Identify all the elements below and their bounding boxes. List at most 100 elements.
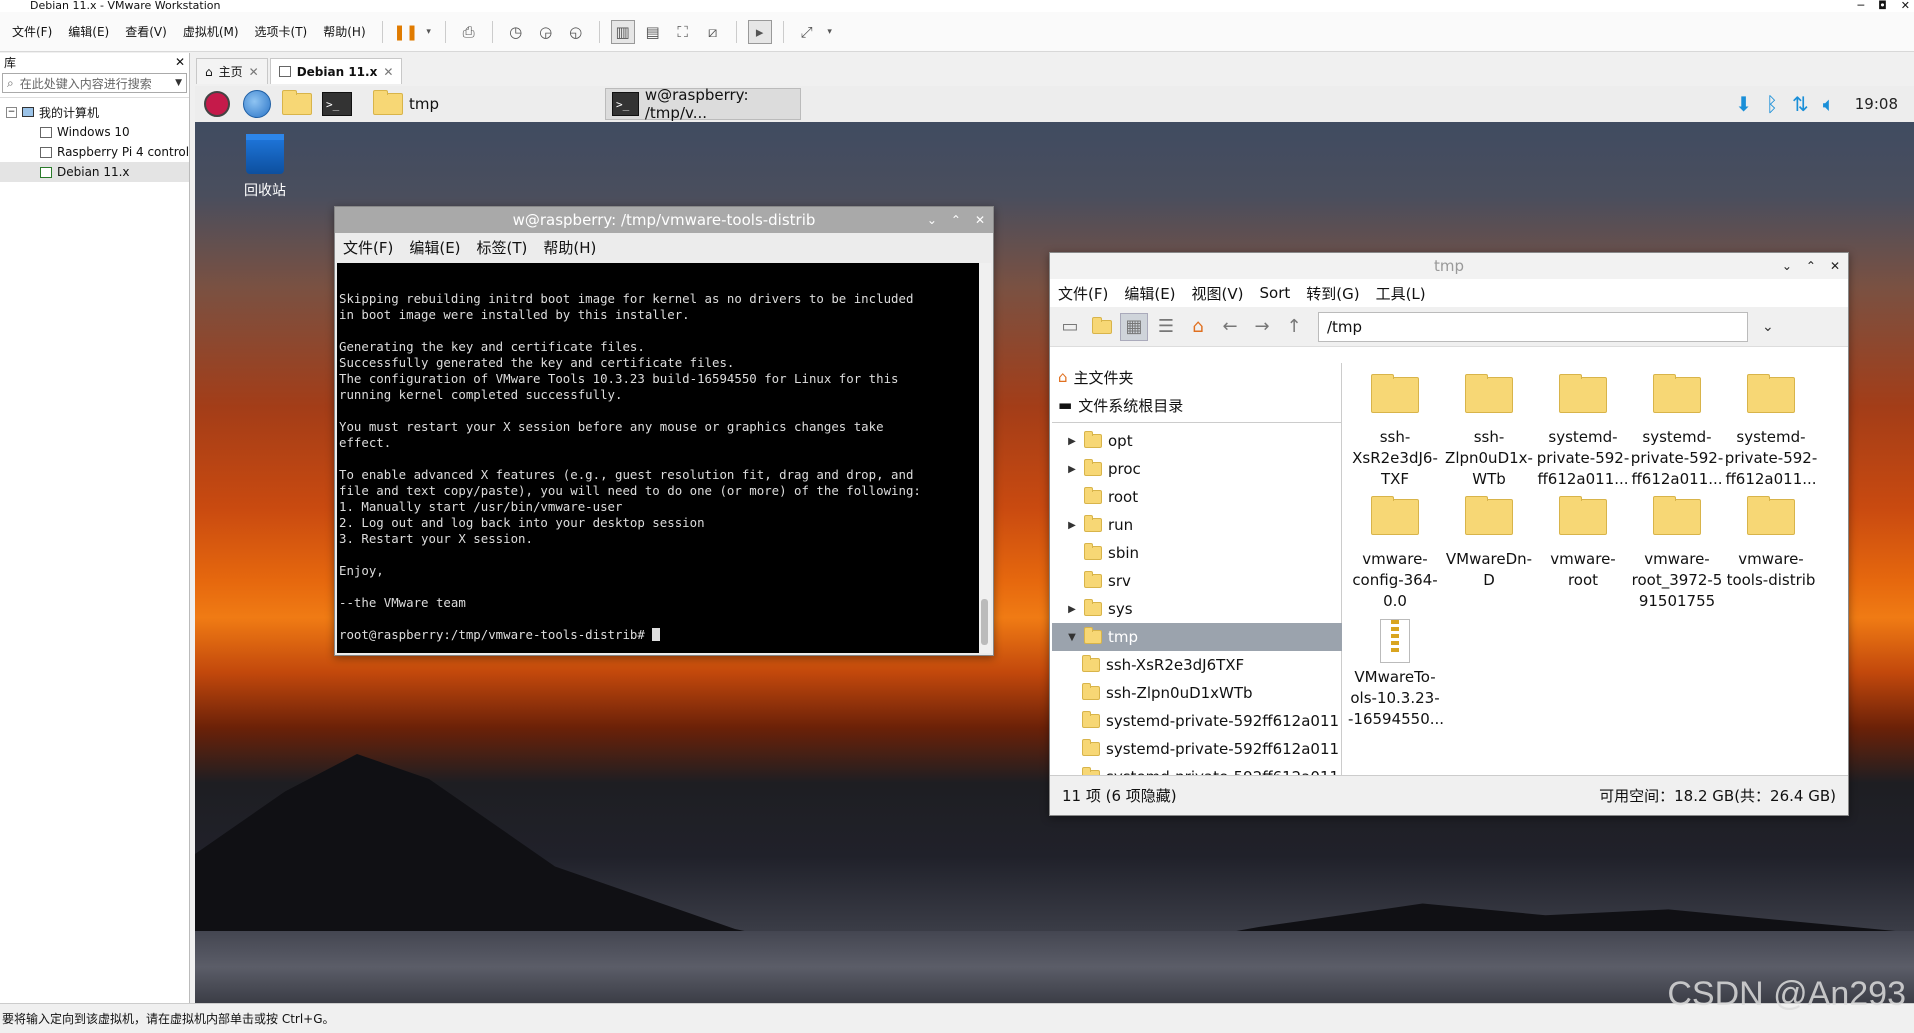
file-manager-window[interactable]: tmp ⌄ ⌃ ✕ 文件(F) 编辑(E) 视图(V) Sort 转到(G) 工… bbox=[1049, 252, 1849, 816]
menu-vm[interactable]: 虚拟机(M) bbox=[175, 23, 247, 40]
home-icon[interactable]: ⌂ bbox=[1184, 313, 1212, 341]
maximize-icon[interactable]: ⌃ bbox=[951, 213, 961, 227]
new-folder-icon[interactable] bbox=[1088, 313, 1116, 341]
tree-item-my-computer[interactable]: − 我的计算机 bbox=[0, 102, 189, 122]
icon-view-icon[interactable]: ▦ bbox=[1120, 312, 1148, 341]
full-screen-icon[interactable]: ⛶ bbox=[671, 20, 695, 44]
menu-go[interactable]: 转到(G) bbox=[1306, 283, 1359, 304]
snapshot-icon[interactable]: ◷ bbox=[504, 20, 528, 44]
console-view-icon[interactable]: ▸ bbox=[747, 19, 772, 44]
expand-arrow-icon[interactable]: ▶ bbox=[1066, 436, 1078, 447]
download-icon[interactable]: ⬇ bbox=[1735, 92, 1752, 116]
dropdown-arrow-icon[interactable]: ▾ bbox=[424, 20, 434, 44]
menu-file[interactable]: 文件(F) bbox=[343, 237, 393, 258]
list-view-icon[interactable]: ☰ bbox=[1152, 313, 1180, 341]
expand-arrow-icon[interactable]: ▶ bbox=[1066, 520, 1078, 531]
tree-item[interactable]: ssh-XsR2e3dJ6TXF bbox=[1052, 651, 1342, 679]
tab-home[interactable]: ⌂ 主页 ✕ bbox=[196, 58, 268, 84]
expand-arrow-icon[interactable]: ▶ bbox=[1066, 604, 1078, 615]
menu-help[interactable]: 帮助(H) bbox=[315, 23, 373, 40]
dropdown-arrow-icon[interactable]: ▾ bbox=[825, 20, 835, 44]
place-home[interactable]: ⌂ 主文件夹 bbox=[1052, 363, 1341, 391]
tree-item[interactable]: ▶ proc bbox=[1052, 455, 1342, 483]
chevron-down-icon[interactable]: ⌄ bbox=[1762, 319, 1774, 335]
tree-item-vm[interactable]: Debian 11.x bbox=[0, 162, 189, 182]
guest-screen[interactable]: >_ tmp >_ w@raspberry: /tmp/v... ⬇ ᛒ ⇅ 🔈… bbox=[195, 86, 1914, 1003]
thumbnail-bar-icon[interactable]: ▤ bbox=[641, 20, 665, 44]
show-library-icon[interactable]: ▥ bbox=[610, 19, 635, 44]
volume-icon[interactable]: 🔈︎ bbox=[1823, 92, 1835, 116]
stretch-guest-icon[interactable]: ⤢ bbox=[795, 20, 819, 44]
menu-tabs[interactable]: 标签(T) bbox=[477, 237, 528, 258]
path-input[interactable]: /tmp bbox=[1318, 311, 1748, 342]
close-icon[interactable]: ✕ bbox=[975, 213, 985, 227]
folder-item[interactable]: vmware- config-364- 0.0 bbox=[1348, 491, 1442, 613]
folder-item[interactable]: vmware- root_3972-5 91501755 bbox=[1630, 491, 1724, 613]
tab-close-icon[interactable]: ✕ bbox=[383, 65, 393, 79]
expand-arrow-icon[interactable]: ▼ bbox=[1066, 632, 1078, 643]
minimize-button[interactable]: ─ bbox=[1857, 0, 1864, 12]
tree-item[interactable]: ssh-Zlpn0uD1xWTb bbox=[1052, 679, 1342, 707]
archive-item[interactable]: VMwareTo- ols-10.3.23- -16594550... bbox=[1348, 613, 1444, 735]
tree-item-vm[interactable]: Windows 10 bbox=[0, 122, 189, 142]
minimize-icon[interactable]: ⌄ bbox=[1782, 259, 1792, 273]
tree-item[interactable]: root bbox=[1052, 483, 1342, 511]
scrollbar-thumb[interactable] bbox=[981, 599, 988, 645]
file-manager-titlebar[interactable]: tmp ⌄ ⌃ ✕ bbox=[1050, 253, 1848, 279]
folder-item[interactable]: VMwareDn- D bbox=[1442, 491, 1536, 613]
forward-arrow-icon[interactable]: → bbox=[1248, 313, 1276, 341]
minimize-icon[interactable]: ⌄ bbox=[927, 213, 937, 227]
close-button[interactable]: ✕ bbox=[1901, 0, 1910, 12]
terminal-scrollbar[interactable] bbox=[979, 263, 991, 653]
expand-arrow-icon[interactable]: ▶ bbox=[1066, 464, 1078, 475]
close-icon[interactable]: ✕ bbox=[1830, 259, 1840, 273]
browser-launcher[interactable] bbox=[239, 88, 275, 120]
terminal-titlebar[interactable]: w@raspberry: /tmp/vmware-tools-distrib ⌄… bbox=[335, 207, 993, 233]
tree-item[interactable]: ▶ sys bbox=[1052, 595, 1342, 623]
folder-item[interactable]: vmware- tools-distrib bbox=[1724, 491, 1818, 613]
place-root[interactable]: ▬ 文件系统根目录 bbox=[1052, 391, 1341, 419]
folder-item[interactable]: systemd- private-592- ff612a011... bbox=[1724, 369, 1818, 491]
raspberry-menu-button[interactable] bbox=[199, 88, 235, 120]
dropdown-arrow-icon[interactable]: ▼ bbox=[175, 78, 182, 88]
restore-button[interactable]: ◘ bbox=[1878, 0, 1887, 12]
menu-file[interactable]: 文件(F) bbox=[4, 23, 60, 40]
menu-help[interactable]: 帮助(H) bbox=[543, 237, 596, 258]
terminal-output[interactable]: Skipping rebuilding initrd boot image fo… bbox=[337, 263, 979, 653]
network-icon[interactable]: ⇅ bbox=[1792, 92, 1809, 116]
library-search[interactable]: ⌕ 在此处键入内容进行搜索 ▼ bbox=[2, 73, 187, 93]
task-terminal[interactable]: >_ w@raspberry: /tmp/v... bbox=[605, 86, 802, 122]
collapse-icon[interactable]: − bbox=[6, 106, 17, 118]
unity-icon[interactable]: ⧄ bbox=[701, 20, 725, 44]
tree-item[interactable]: ▶ opt bbox=[1052, 427, 1342, 455]
menu-view[interactable]: 查看(V) bbox=[117, 23, 175, 40]
revert-snapshot-icon[interactable]: ◶ bbox=[534, 20, 558, 44]
menu-edit[interactable]: 编辑(E) bbox=[409, 237, 460, 258]
library-close-icon[interactable]: ✕ bbox=[175, 55, 185, 69]
pause-icon[interactable]: ❚❚ bbox=[393, 20, 418, 44]
tree-item[interactable]: ▶ run bbox=[1052, 511, 1342, 539]
up-arrow-icon[interactable]: ↑ bbox=[1280, 313, 1308, 341]
menu-edit[interactable]: 编辑(E) bbox=[60, 23, 117, 40]
tree-item[interactable]: srv bbox=[1052, 567, 1342, 595]
side-pane-icon[interactable]: ▭ bbox=[1056, 313, 1084, 341]
terminal-window[interactable]: w@raspberry: /tmp/vmware-tools-distrib ⌄… bbox=[334, 206, 994, 656]
tree-item[interactable]: ▼ tmp bbox=[1052, 623, 1342, 651]
clock[interactable]: 19:08 bbox=[1855, 95, 1898, 113]
menu-view[interactable]: 视图(V) bbox=[1192, 283, 1244, 304]
back-arrow-icon[interactable]: ← bbox=[1216, 313, 1244, 341]
tab-debian[interactable]: Debian 11.x ✕ bbox=[269, 58, 403, 84]
maximize-icon[interactable]: ⌃ bbox=[1806, 259, 1816, 273]
folder-item[interactable]: systemd- private-592- ff612a011... bbox=[1536, 369, 1630, 491]
search-input[interactable]: 在此处键入内容进行搜索 bbox=[20, 75, 152, 92]
menu-edit[interactable]: 编辑(E) bbox=[1124, 283, 1175, 304]
tree-item[interactable]: sbin bbox=[1052, 539, 1342, 567]
tab-close-icon[interactable]: ✕ bbox=[249, 65, 259, 79]
task-file-manager[interactable]: tmp bbox=[367, 88, 445, 120]
folder-item[interactable]: systemd- private-592- ff612a011... bbox=[1630, 369, 1724, 491]
folder-item[interactable]: ssh- Zlpn0uD1x- WTb bbox=[1442, 369, 1536, 491]
terminal-launcher[interactable]: >_ bbox=[319, 88, 355, 120]
folder-item[interactable]: ssh- XsR2e3dJ6- TXF bbox=[1348, 369, 1442, 491]
send-ctrl-alt-del-icon[interactable]: ⎙ bbox=[457, 20, 481, 44]
file-manager-launcher[interactable] bbox=[279, 88, 315, 120]
